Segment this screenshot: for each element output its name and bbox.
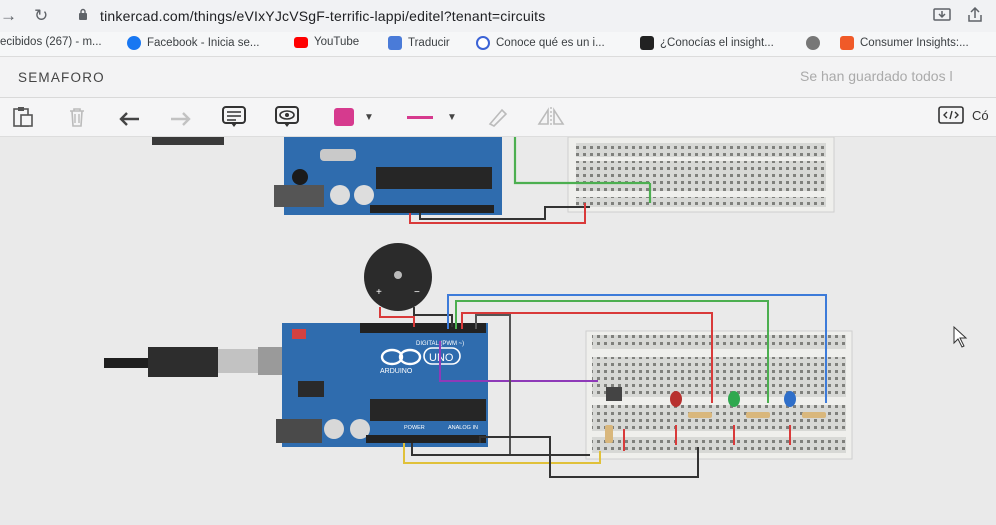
arduino-board[interactable]: DIGITAL (PWM ~) UNO ARDUINO POWER ANALOG…	[276, 323, 488, 447]
code-button[interactable]: Có	[938, 106, 989, 124]
code-icon	[938, 106, 964, 124]
redo-icon	[171, 112, 191, 126]
bookmark-globe[interactable]	[806, 36, 820, 50]
bookmark-doc[interactable]: Conoce qué es un i...	[476, 36, 605, 50]
bookmark-label: Consumer Insights:...	[860, 37, 969, 49]
fill-color-swatch	[334, 108, 355, 126]
circuit-svg: DIGITAL (PWM ~) UNO ARDUINO POWER ANALOG…	[104, 131, 968, 478]
paste-button[interactable]	[10, 106, 36, 128]
bookmark-consumer[interactable]: Consumer Insights:...	[840, 36, 969, 50]
board-brand: ARDUINO	[380, 368, 413, 375]
blogger-icon	[840, 36, 854, 50]
install-icon[interactable]	[933, 7, 951, 23]
bookmarks-bar: ecibidos (267) - m... Facebook - Inicia …	[0, 32, 996, 57]
bookmark-label: YouTube	[314, 36, 360, 48]
circuit-canvas[interactable]: DIGITAL (PWM ~) UNO ARDUINO POWER ANALOG…	[0, 131, 996, 520]
bars-icon	[640, 36, 654, 50]
line-style-picker[interactable]: ▼	[404, 106, 460, 128]
usb-cable-top	[152, 137, 224, 145]
editor-toolbar: ▼ ▼ Có	[0, 98, 996, 137]
globe-icon	[806, 36, 820, 50]
notes-button[interactable]	[220, 106, 248, 128]
bookmark-translate[interactable]: Traducir	[388, 36, 450, 50]
fill-color-picker[interactable]: ▼	[330, 106, 378, 128]
delete-button[interactable]	[64, 106, 90, 128]
bookmark-mail[interactable]: ecibidos (267) - m...	[0, 36, 102, 48]
bookmark-label: Conoce qué es un i...	[496, 37, 605, 49]
breadboard-top[interactable]	[567, 136, 835, 213]
usb-cable[interactable]	[104, 347, 286, 377]
flip-icon	[537, 107, 565, 127]
breadboard[interactable]	[585, 330, 853, 460]
led-blue[interactable]	[784, 391, 796, 407]
bookmark-youtube[interactable]: YouTube	[294, 36, 359, 48]
notes-visibility-button[interactable]	[273, 106, 301, 128]
bookmark-label: Traducir	[408, 37, 450, 49]
resistor-2[interactable]	[746, 412, 770, 418]
translate-icon	[388, 36, 402, 50]
flip-button[interactable]	[534, 106, 568, 128]
undo-icon	[119, 112, 139, 126]
trash-icon	[70, 108, 84, 127]
resistor-4[interactable]	[605, 425, 613, 443]
code-label: Có	[972, 107, 989, 123]
line-style-icon	[407, 115, 434, 119]
bookmark-facebook[interactable]: Facebook - Inicia se...	[127, 36, 260, 50]
undo-button[interactable]	[116, 106, 144, 128]
share-icon[interactable]	[966, 7, 984, 23]
bookmark-insight[interactable]: ¿Conocías el insight...	[640, 36, 774, 50]
redo-button[interactable]	[166, 106, 194, 128]
led-red[interactable]	[670, 391, 682, 407]
analog-label: ANALOG IN	[448, 425, 478, 431]
cursor-icon	[953, 325, 968, 348]
lock-icon	[79, 8, 87, 20]
svg-text:−: −	[414, 287, 420, 298]
reload-icon[interactable]: ↻	[34, 6, 48, 26]
svg-text:+: +	[376, 287, 382, 298]
board-model: UNO	[429, 352, 454, 364]
bookmark-label: Facebook - Inicia se...	[147, 37, 260, 49]
chevron-down-icon: ▼	[447, 111, 457, 123]
bookmark-label: ecibidos (267) - m...	[0, 36, 102, 48]
bookmark-label: ¿Conocías el insight...	[660, 37, 774, 49]
facebook-icon	[127, 36, 141, 50]
arduino-board-top[interactable]	[274, 137, 502, 215]
design-title[interactable]: SEMAFORO	[18, 70, 105, 85]
chevron-down-icon: ▼	[364, 111, 374, 123]
design-title-bar: SEMAFORO Se han guardado todos l	[0, 57, 996, 98]
resistor-3[interactable]	[802, 412, 826, 418]
note-icon	[222, 106, 246, 127]
resistor-1[interactable]	[688, 412, 712, 418]
power-label: POWER	[404, 425, 425, 431]
browser-address-bar: → ↻ tinkercad.com/things/eVIxYJcVSgF-ter…	[0, 0, 996, 32]
url-text[interactable]: tinkercad.com/things/eVIxYJcVSgF-terrifi…	[100, 8, 545, 24]
doc-icon	[476, 36, 490, 50]
rotate-icon	[488, 108, 508, 127]
eye-note-icon	[275, 106, 299, 127]
push-button[interactable]	[606, 387, 622, 401]
buzzer[interactable]: + −	[364, 243, 432, 311]
youtube-icon	[294, 36, 308, 48]
clipboard-icon	[13, 107, 33, 127]
save-status: Se han guardado todos l	[800, 68, 953, 84]
led-green[interactable]	[728, 391, 740, 407]
rotate-button[interactable]	[484, 106, 512, 128]
forward-arrow-icon[interactable]: →	[0, 6, 17, 26]
